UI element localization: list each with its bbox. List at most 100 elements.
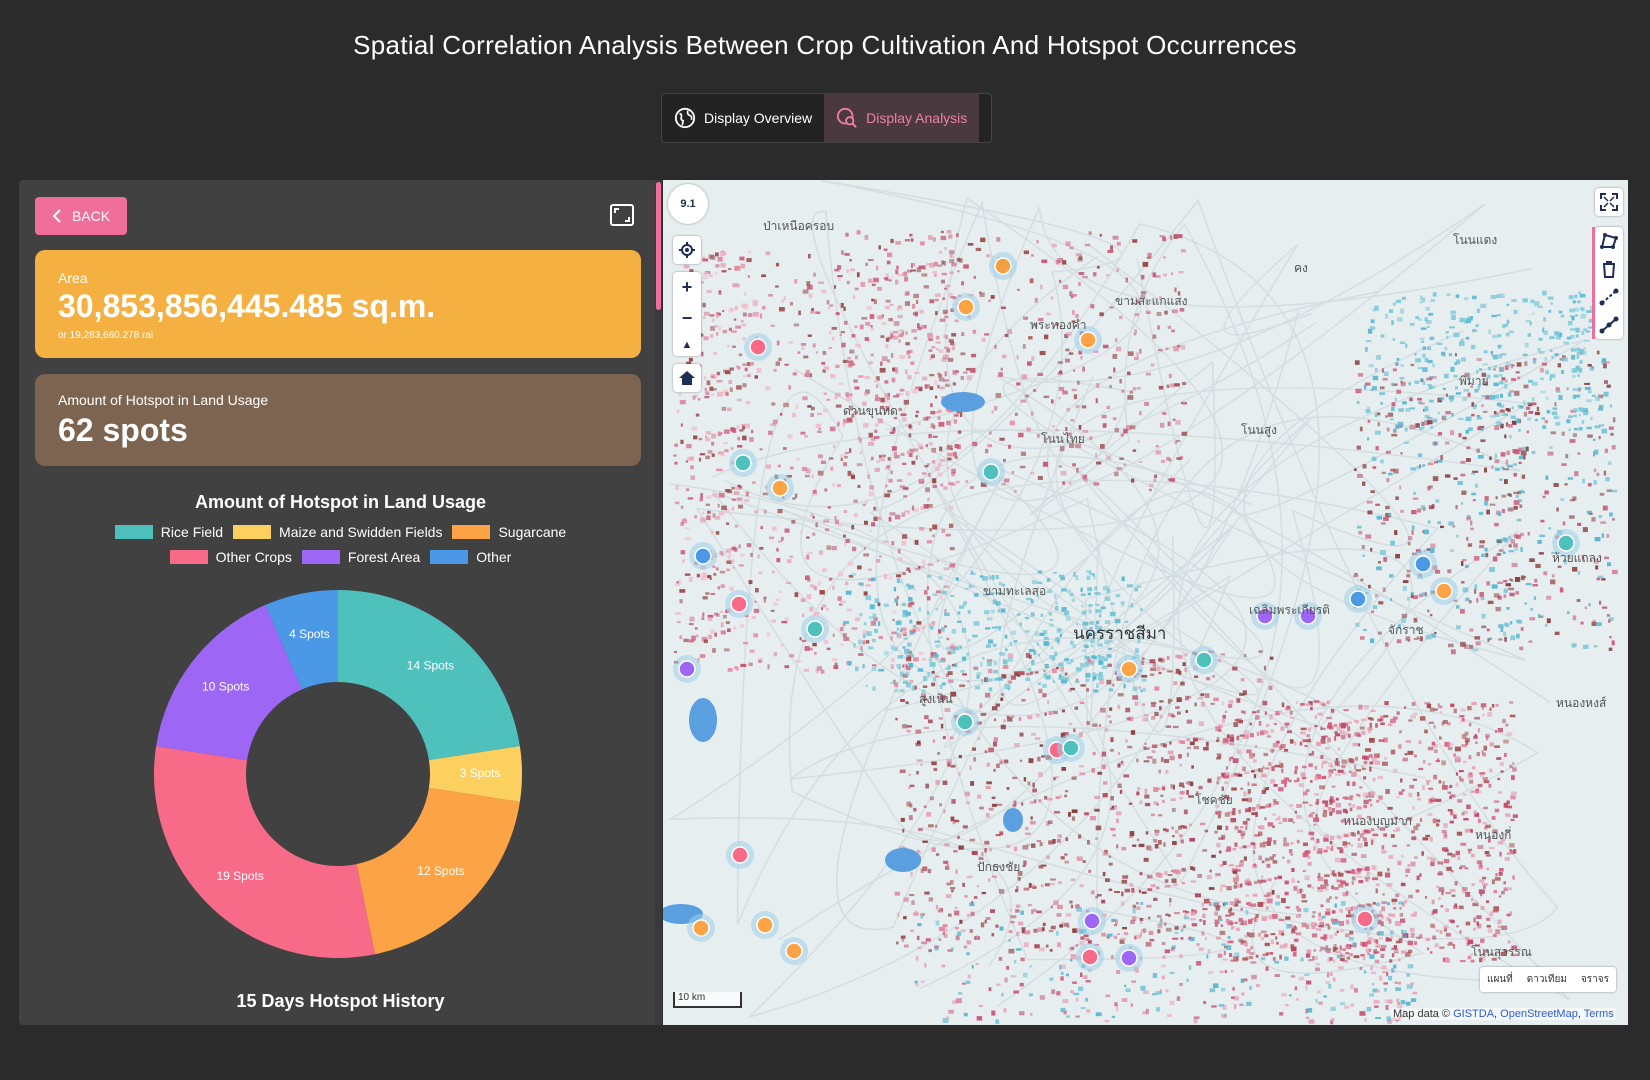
chart-legend-row-1: Rice Field Maize and Swidden Fields Suga… xyxy=(19,524,662,540)
draw-toolbar-accent xyxy=(1592,227,1595,339)
globe-icon xyxy=(674,107,696,129)
hotspot-marker[interactable] xyxy=(694,547,712,565)
display-overview-button[interactable]: Display Overview xyxy=(662,94,824,142)
draw-toolbar xyxy=(1595,227,1623,339)
draw-polygon-icon[interactable] xyxy=(1599,232,1619,250)
zoom-slider-icon[interactable]: ▲ xyxy=(682,339,693,351)
place-label: หนองหงส์ xyxy=(1556,696,1607,710)
place-label: หนองกี่ xyxy=(1475,828,1512,842)
map-attribution: Map data © GISTDA, OpenStreetMap, Terms xyxy=(1391,1008,1616,1020)
home-icon xyxy=(679,371,695,385)
legend-swatch xyxy=(452,525,491,539)
globe-search-icon xyxy=(837,107,858,128)
place-label: สูงเนิน xyxy=(919,692,953,706)
hotspot-marker[interactable] xyxy=(734,454,752,472)
area-sub: or 19,283,660.278 rai xyxy=(58,330,154,341)
attribution-gistda-link[interactable]: GISTDA xyxy=(1453,1008,1494,1020)
chart-legend-row-2: Other Crops Forest Area Other xyxy=(19,549,662,565)
fullscreen-icon xyxy=(1600,193,1618,211)
legend-item-forest-area[interactable]: Forest Area xyxy=(301,549,420,565)
hotspot-marker[interactable] xyxy=(1120,660,1138,678)
basemap-option-traffic[interactable]: จราจร xyxy=(1574,967,1616,992)
place-label-city: นครราชสีมา xyxy=(1073,624,1167,643)
legend-item-rice-field[interactable]: Rice Field xyxy=(114,524,224,540)
fullscreen-button[interactable] xyxy=(1595,188,1623,216)
chart-title: Amount of Hotspot in Land Usage xyxy=(195,492,486,512)
display-overview-label: Display Overview xyxy=(704,110,813,126)
hotspot-marker[interactable] xyxy=(1081,948,1099,966)
place-label: โนนไทย xyxy=(1041,432,1085,446)
back-label: BACK xyxy=(71,208,111,224)
place-label: โนนสุวรรณ xyxy=(1471,945,1532,959)
attribution-prefix: Map data © xyxy=(1393,1008,1451,1020)
place-label: ขามทะเลสอ xyxy=(983,584,1047,598)
zoom-out-button[interactable]: − xyxy=(682,308,693,329)
scrollbar-thumb[interactable] xyxy=(656,182,661,310)
hotspot-label: Amount of Hotspot in Land Usage xyxy=(58,392,269,408)
hotspot-marker[interactable] xyxy=(1083,912,1101,930)
legend-label: Maize and Swidden Fields xyxy=(279,524,443,540)
legend-label: Sugarcane xyxy=(498,524,567,540)
place-label: ป่าเหนือครอบ xyxy=(763,219,835,233)
place-label: โนนแดง xyxy=(1453,233,1498,247)
hotspot-marker[interactable] xyxy=(956,713,974,731)
legend-swatch xyxy=(169,550,208,564)
page-title: Spatial Correlation Analysis Between Cro… xyxy=(353,30,1297,60)
hotspot-marker[interactable] xyxy=(1356,910,1374,928)
hotspot-marker[interactable] xyxy=(1120,949,1138,967)
basemap-option-satellite[interactable]: ดาวเทียม xyxy=(1520,967,1574,992)
hotspot-marker[interactable] xyxy=(731,846,749,864)
donut-data-label: 4 Spots xyxy=(289,627,330,641)
place-label: พระทองคำ xyxy=(1030,318,1087,332)
legend-item-sugarcane[interactable]: Sugarcane xyxy=(452,524,566,540)
hotspot-marker[interactable] xyxy=(994,257,1012,275)
display-analysis-button[interactable]: Display Analysis xyxy=(824,94,980,142)
hotspot-marker[interactable] xyxy=(730,595,748,613)
hotspot-marker[interactable] xyxy=(1195,651,1213,669)
legend-label: Rice Field xyxy=(160,524,224,540)
map-view[interactable]: 9.1 + − ▲ ป่าเหนือครอบ โนนแดง คง ขามสะแก… xyxy=(663,180,1628,1025)
history-title: 15 Days Hotspot History xyxy=(236,991,445,1011)
donut-slice-rice-field[interactable] xyxy=(338,590,520,761)
panel-scrollbar[interactable] xyxy=(655,180,662,1025)
attribution-osm-link[interactable]: OpenStreetMap xyxy=(1500,1008,1578,1020)
hotspot-card: Amount of Hotspot in Land Usage 62 spots xyxy=(35,374,641,466)
zoom-level-compass[interactable]: 9.1 xyxy=(668,184,708,224)
area-card: Area 30,853,856,445.485 sq.m. or 19,283,… xyxy=(35,250,641,358)
trash-icon[interactable] xyxy=(1601,260,1617,278)
legend-item-other-crops[interactable]: Other Crops xyxy=(169,549,292,565)
legend-item-maize[interactable]: Maize and Swidden Fields xyxy=(233,524,442,540)
donut-slice-other-crops[interactable] xyxy=(153,746,376,958)
hotspot-marker[interactable] xyxy=(957,298,975,316)
back-button[interactable]: BACK xyxy=(35,197,127,235)
area-value: 30,853,856,445.485 sq.m. xyxy=(58,288,436,324)
basemap-switcher: แผนที่ ดาวเทียม จราจร xyxy=(1480,967,1616,992)
hotspot-marker[interactable] xyxy=(1435,582,1453,600)
legend-swatch xyxy=(430,550,469,564)
hotspot-marker[interactable] xyxy=(678,660,696,678)
place-label: พิมาย xyxy=(1459,374,1489,388)
zoom-in-button[interactable]: + xyxy=(682,277,693,298)
legend-label: Other xyxy=(476,549,512,565)
measure-icon[interactable] xyxy=(1599,316,1619,334)
attribution-terms-link[interactable]: Terms xyxy=(1584,1008,1614,1020)
basemap-option-map[interactable]: แผนที่ xyxy=(1480,967,1520,992)
hotspot-marker[interactable] xyxy=(1062,739,1080,757)
legend-label: Other Crops xyxy=(215,549,292,565)
hotspot-marker[interactable] xyxy=(771,479,789,497)
legend-item-other[interactable]: Other xyxy=(430,549,511,565)
hotspot-marker[interactable] xyxy=(806,620,824,638)
donut-chart: 14 Spots 3 Spots 12 Spots 19 Spots 10 Spots 4… xyxy=(153,590,522,958)
expand-icon[interactable] xyxy=(610,204,634,226)
hotspot-marker[interactable] xyxy=(756,916,774,934)
hotspot-marker[interactable] xyxy=(1349,590,1367,608)
draw-line-icon[interactable] xyxy=(1599,288,1619,306)
donut-data-label: 14 Spots xyxy=(407,658,454,672)
hotspot-marker[interactable] xyxy=(982,463,1000,481)
hotspot-marker[interactable] xyxy=(749,338,767,356)
hotspot-marker[interactable] xyxy=(1414,555,1432,573)
locate-button[interactable] xyxy=(673,236,701,264)
hotspot-marker[interactable] xyxy=(785,942,803,960)
hotspot-marker[interactable] xyxy=(692,919,710,937)
home-button[interactable] xyxy=(673,364,701,392)
